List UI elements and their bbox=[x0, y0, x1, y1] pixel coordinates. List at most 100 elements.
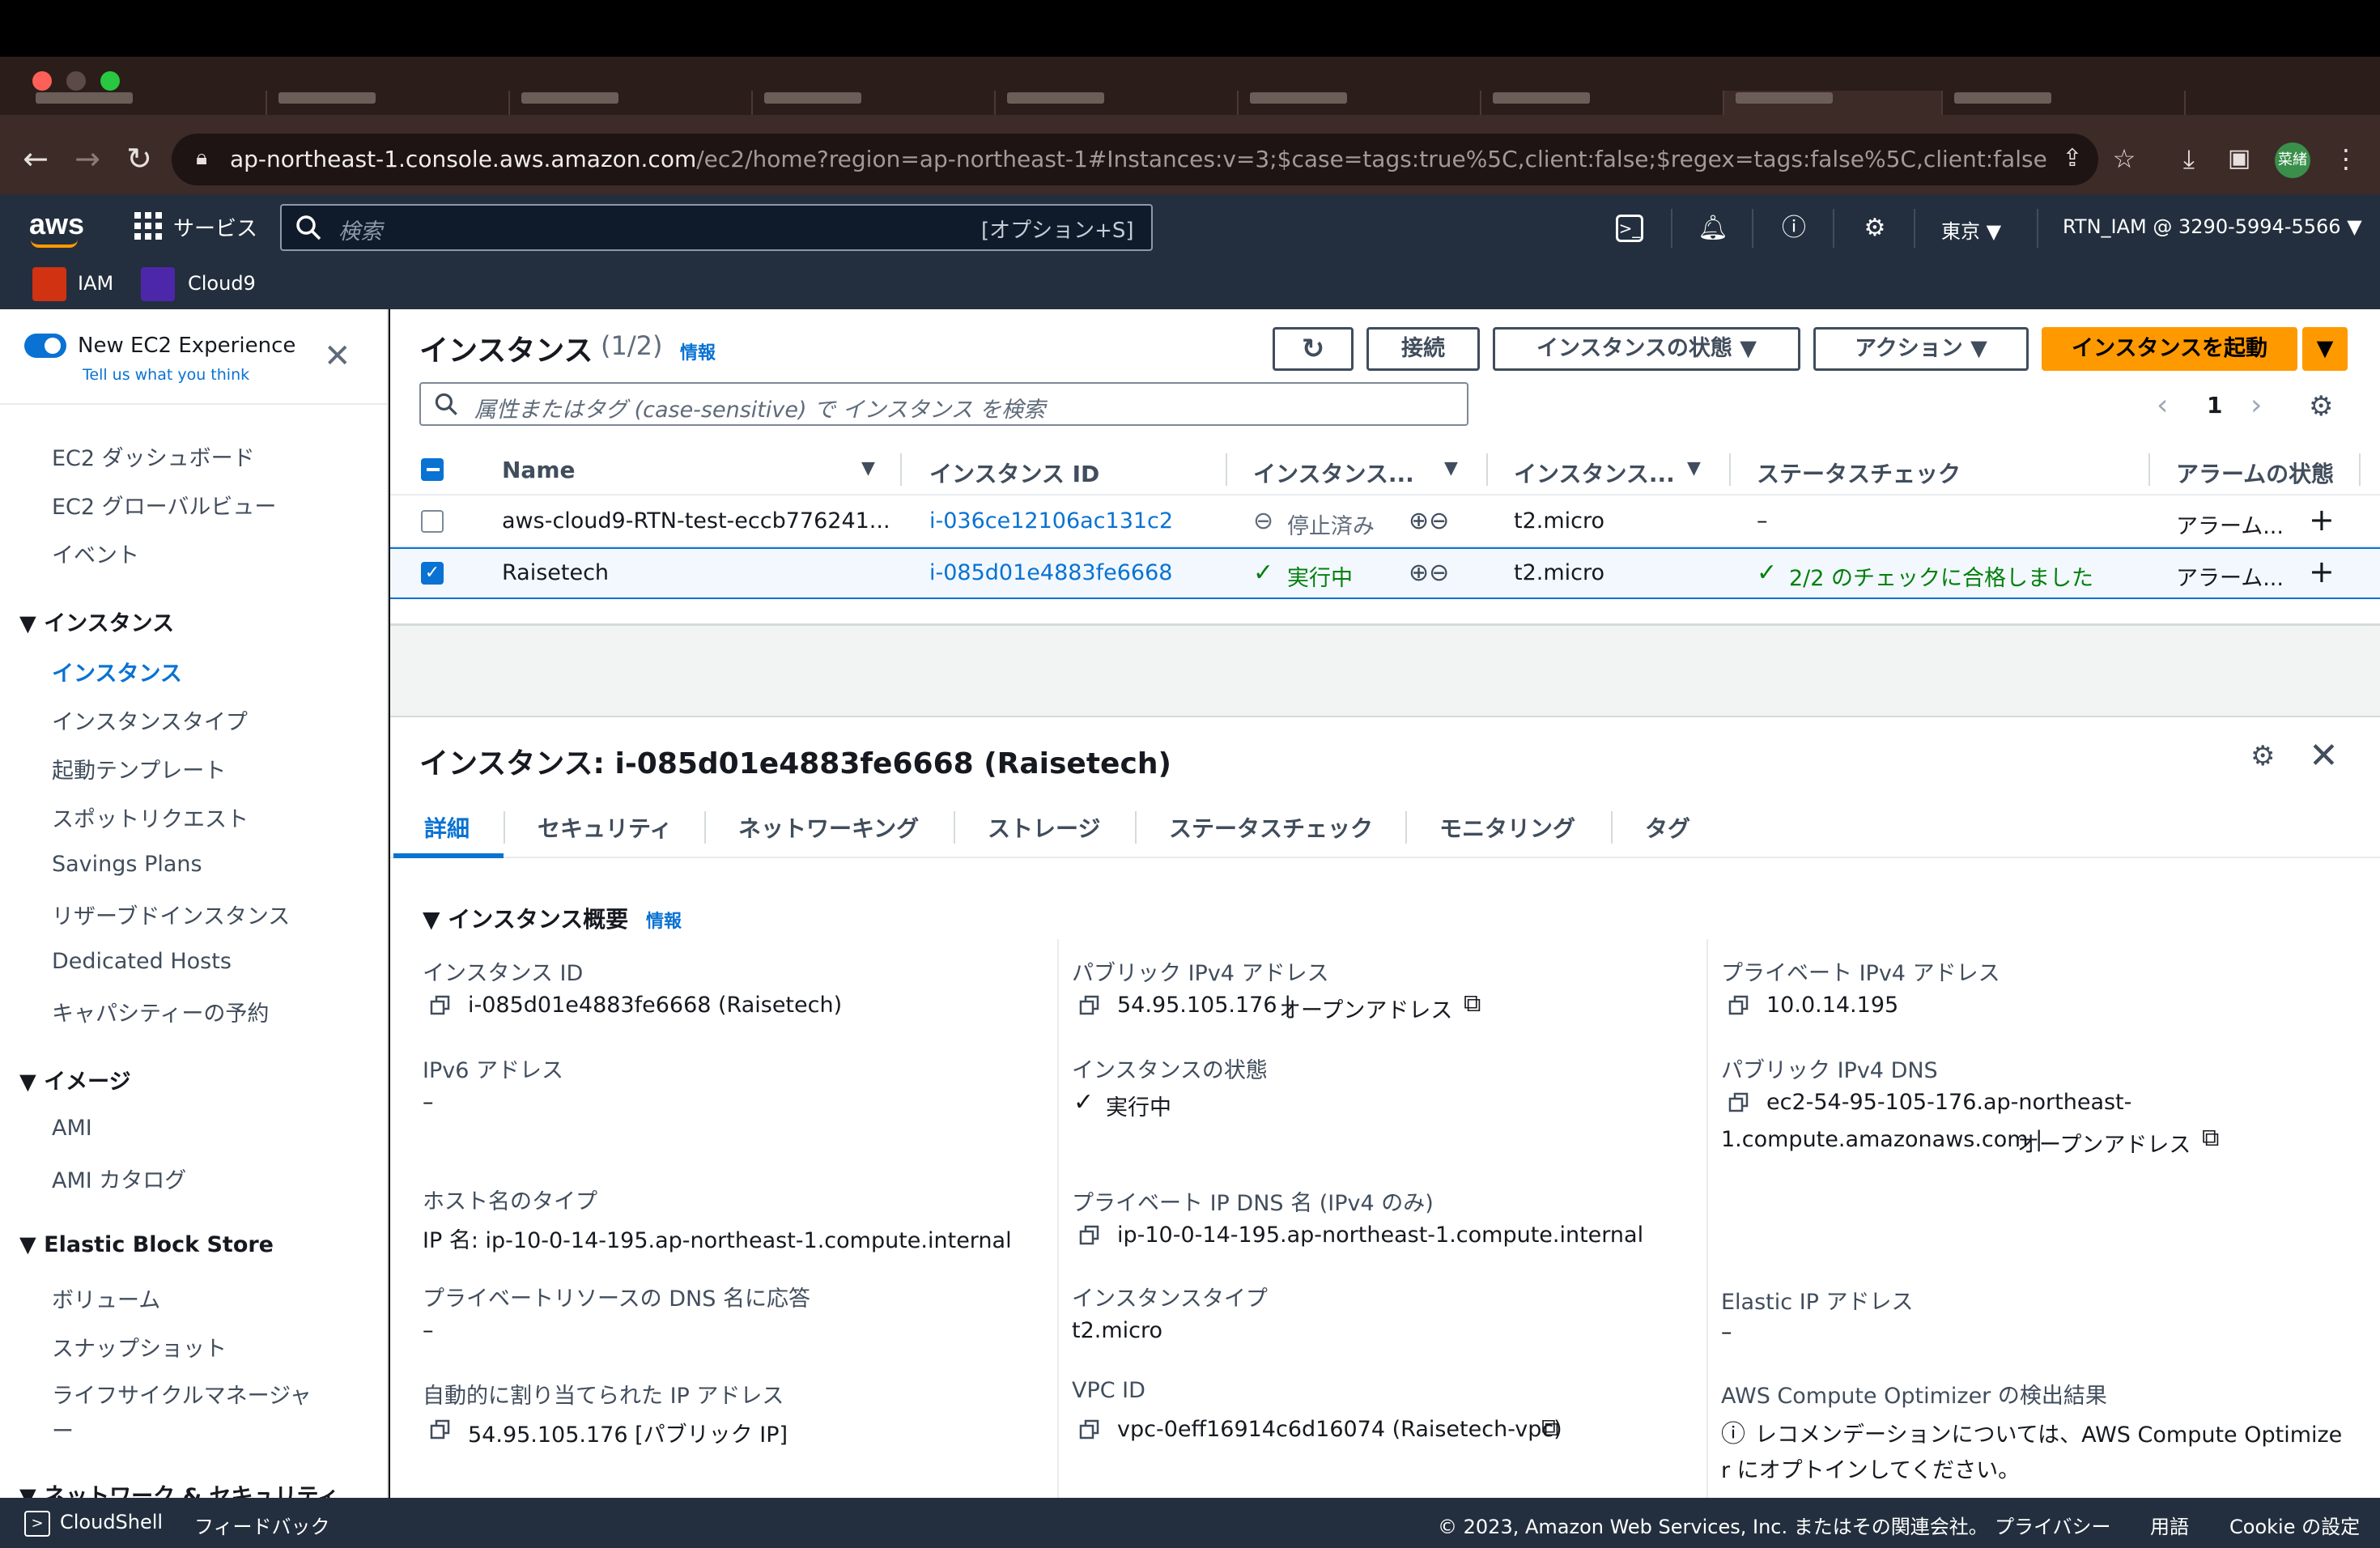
terms-link[interactable]: 用語 bbox=[2150, 1511, 2189, 1539]
close-icon[interactable]: ✕ bbox=[2309, 735, 2339, 776]
add-alarm-icon[interactable]: + bbox=[2309, 502, 2335, 538]
iam-icon[interactable] bbox=[32, 267, 66, 301]
column-divider[interactable] bbox=[1226, 453, 1227, 486]
minimize-window-button[interactable] bbox=[66, 71, 86, 91]
bookmark-star-icon[interactable]: ☆ bbox=[2106, 142, 2142, 175]
copy-icon[interactable] bbox=[1078, 994, 1101, 1017]
close-window-button[interactable] bbox=[32, 71, 52, 91]
launch-instances-button[interactable]: インスタンスを起動 bbox=[2042, 327, 2297, 371]
browser-tab[interactable] bbox=[1239, 91, 1481, 115]
share-icon[interactable]: ⇪ bbox=[2055, 142, 2090, 175]
sidebar-section-instances[interactable]: ▼ インスタンス bbox=[19, 606, 174, 637]
zoom-icon[interactable]: ⊕⊖ bbox=[1409, 507, 1449, 535]
sidepanel-icon[interactable]: ▣ bbox=[2221, 142, 2257, 175]
row-checkbox[interactable] bbox=[421, 510, 444, 533]
services-grid-icon[interactable] bbox=[134, 212, 162, 240]
copy-icon[interactable] bbox=[429, 994, 452, 1017]
open-address-link[interactable]: オープンアドレス bbox=[1279, 993, 1452, 1024]
help-icon[interactable]: ⓘ bbox=[1778, 212, 1810, 245]
feedback-link[interactable]: フィードバック bbox=[194, 1511, 330, 1539]
column-divider[interactable] bbox=[2359, 453, 2361, 486]
reload-icon[interactable]: ↻ bbox=[121, 142, 157, 175]
instance-id-link[interactable]: i-085d01e4883fe6668 bbox=[929, 560, 1172, 585]
browser-tab[interactable] bbox=[753, 91, 996, 115]
browser-tab[interactable] bbox=[1943, 91, 2186, 115]
sidebar-item-instance-types[interactable]: インスタンスタイプ bbox=[52, 704, 248, 736]
info-link[interactable]: 情報 bbox=[680, 338, 716, 364]
privacy-link[interactable]: プライバシー bbox=[1995, 1511, 2111, 1539]
sidebar-item-dedicated-hosts[interactable]: Dedicated Hosts bbox=[52, 949, 232, 974]
close-icon[interactable]: ✕ bbox=[324, 340, 351, 372]
tab-networking[interactable]: ネットワーキング bbox=[738, 811, 919, 844]
favorite-iam[interactable]: IAM bbox=[78, 272, 113, 295]
column-divider[interactable] bbox=[2148, 453, 2150, 486]
actions-button[interactable]: アクション ▼ bbox=[1813, 327, 2029, 371]
sidebar-section-images[interactable]: ▼ イメージ bbox=[19, 1064, 131, 1095]
column-header-instance-type[interactable]: インスタンス... bbox=[1514, 457, 1675, 489]
download-icon[interactable]: ⤓ bbox=[2171, 142, 2207, 175]
copy-icon[interactable] bbox=[1728, 1091, 1750, 1114]
copy-icon[interactable] bbox=[429, 1418, 452, 1441]
compute-optimizer-link-cont[interactable]: r にオプトインしてください。 bbox=[1721, 1452, 2020, 1484]
column-header-status-check[interactable]: ステータスチェック bbox=[1757, 457, 1961, 489]
vpc-id-link[interactable]: vpc-0eff16914c6d16074 (Raisetech-vpc) bbox=[1117, 1417, 1562, 1442]
cloudshell-link[interactable]: CloudShell bbox=[60, 1511, 163, 1533]
prev-page-icon[interactable]: ‹ bbox=[2157, 389, 2168, 422]
lock-icon[interactable]: 🔒︎ bbox=[188, 146, 215, 173]
tab-storage[interactable]: ストレージ bbox=[988, 811, 1100, 844]
section-header-instance-summary[interactable]: ▼ インスタンス概要 bbox=[423, 902, 628, 934]
sidebar-item-instances[interactable]: インスタンス bbox=[52, 656, 182, 687]
page-number[interactable]: 1 bbox=[2207, 392, 2222, 419]
url-text[interactable]: ap-northeast-1.console.aws.amazon.com/ec… bbox=[230, 146, 2092, 172]
sidebar-item-reserved-instances[interactable]: リザーブドインスタンス bbox=[52, 899, 290, 930]
favorite-cloud9[interactable]: Cloud9 bbox=[188, 272, 256, 295]
copy-icon[interactable] bbox=[1078, 1224, 1101, 1247]
cloudshell-icon[interactable]: >_ bbox=[1616, 215, 1643, 242]
tab-monitoring[interactable]: モニタリング bbox=[1439, 811, 1575, 844]
sidebar-section-network[interactable]: ▼ ネットワーク & セキュリティ bbox=[19, 1478, 339, 1498]
sidebar-item-savings-plans[interactable]: Savings Plans bbox=[52, 852, 202, 877]
info-link[interactable]: 情報 bbox=[646, 907, 682, 933]
more-menu-icon[interactable]: ⋮ bbox=[2328, 142, 2364, 175]
copy-icon[interactable] bbox=[1728, 994, 1750, 1017]
sidebar-item-volumes[interactable]: ボリューム bbox=[52, 1282, 160, 1314]
sidebar-item-global-view[interactable]: EC2 グローバルビュー bbox=[52, 489, 276, 521]
table-preferences-gear-icon[interactable]: ⚙ bbox=[2309, 390, 2333, 423]
tab-tags[interactable]: タグ bbox=[1645, 811, 1690, 844]
tab-details[interactable]: 詳細 bbox=[424, 811, 470, 844]
connect-button[interactable]: 接続 bbox=[1366, 327, 1480, 371]
aws-logo[interactable]: aws bbox=[29, 207, 84, 241]
browser-tab[interactable] bbox=[267, 91, 510, 115]
external-link-icon[interactable]: ⧉ bbox=[1464, 989, 1481, 1018]
instance-state-button[interactable]: インスタンスの状態 ▼ bbox=[1493, 327, 1800, 371]
instance-id-link[interactable]: i-036ce12106ac131c2 bbox=[929, 508, 1173, 534]
browser-tab-active[interactable] bbox=[1724, 91, 1943, 115]
sidebar-item-ami[interactable]: AMI bbox=[52, 1116, 92, 1141]
copy-icon[interactable] bbox=[1078, 1418, 1101, 1441]
column-divider[interactable] bbox=[900, 453, 902, 486]
column-header-name[interactable]: Name bbox=[502, 457, 576, 483]
feedback-link[interactable]: Tell us what you think bbox=[83, 366, 249, 384]
sidebar-item-launch-templates[interactable]: 起動テンプレート bbox=[52, 753, 226, 785]
column-header-alarm-status[interactable]: アラームの状態 bbox=[2176, 457, 2334, 489]
details-settings-gear-icon[interactable]: ⚙ bbox=[2250, 740, 2275, 772]
sidebar-item-snapshots[interactable]: スナップショット bbox=[52, 1331, 227, 1363]
zoom-window-button[interactable] bbox=[100, 71, 120, 91]
add-alarm-icon[interactable]: + bbox=[2309, 554, 2335, 589]
column-divider[interactable] bbox=[1729, 453, 1731, 486]
browser-tab[interactable] bbox=[996, 91, 1239, 115]
tab-security[interactable]: セキュリティ bbox=[538, 811, 672, 844]
row-checkbox-checked[interactable]: ✓ bbox=[421, 562, 444, 585]
launch-dropdown-button[interactable]: ▼ bbox=[2302, 327, 2348, 371]
forward-arrow-icon[interactable]: → bbox=[70, 142, 105, 175]
sidebar-item-events[interactable]: イベント bbox=[52, 538, 139, 569]
region-selector[interactable]: 東京 ▼ bbox=[1941, 215, 2001, 244]
next-page-icon[interactable]: › bbox=[2250, 389, 2262, 422]
sidebar-item-capacity-reservations[interactable]: キャパシティーの予約 bbox=[52, 996, 269, 1027]
cloudshell-icon[interactable]: > bbox=[24, 1511, 50, 1537]
back-arrow-icon[interactable]: ← bbox=[18, 142, 53, 175]
tab-status-checks[interactable]: ステータスチェック bbox=[1169, 811, 1373, 844]
account-menu[interactable]: RTN_IAM @ 3290-5994-5566 ▼ bbox=[2063, 215, 2362, 238]
column-header-instance-id[interactable]: インスタンス ID bbox=[929, 457, 1099, 489]
zoom-icon[interactable]: ⊕⊖ bbox=[1409, 559, 1449, 587]
